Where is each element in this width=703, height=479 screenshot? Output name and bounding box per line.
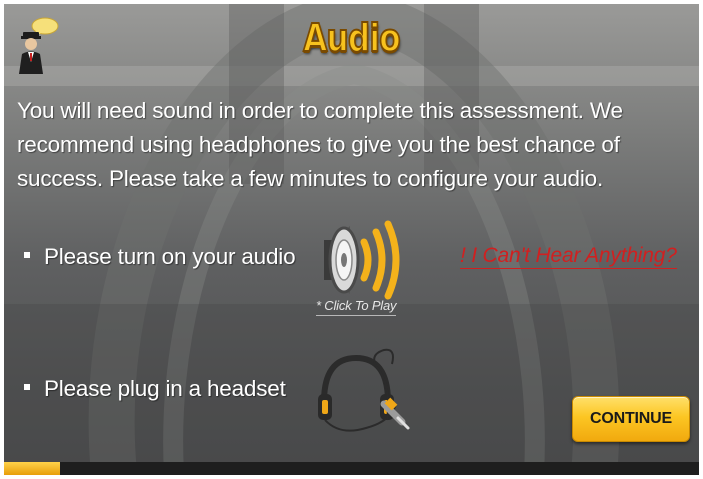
intro-paragraph: You will need sound in order to complete… — [17, 98, 623, 191]
cant-hear-anything-link[interactable]: ! I Can't Hear Anything? — [460, 244, 677, 269]
header-bar: Audio — [4, 4, 699, 74]
progress-bar — [4, 462, 699, 475]
continue-button[interactable]: CONTINUE — [572, 396, 690, 442]
headphones-icon — [318, 348, 410, 432]
click-to-play-link[interactable]: * Click To Play — [316, 298, 397, 316]
page-title: Audio — [302, 15, 401, 61]
step-turn-on-audio: Please turn on your audio — [24, 244, 296, 270]
step-plug-in-headset: Please plug in a headset — [24, 376, 286, 402]
speaker-icon[interactable] — [314, 220, 406, 300]
step-label: Please plug in a headset — [44, 376, 286, 401]
bullet-marker — [24, 384, 30, 391]
bullet-marker — [24, 252, 30, 259]
butler-with-speech-bubble-icon — [19, 17, 59, 74]
audio-setup-screen: Audio You will need sound in order to co… — [4, 4, 699, 475]
step-label: Please turn on your audio — [44, 244, 296, 269]
progress-bar-fill — [4, 462, 60, 475]
